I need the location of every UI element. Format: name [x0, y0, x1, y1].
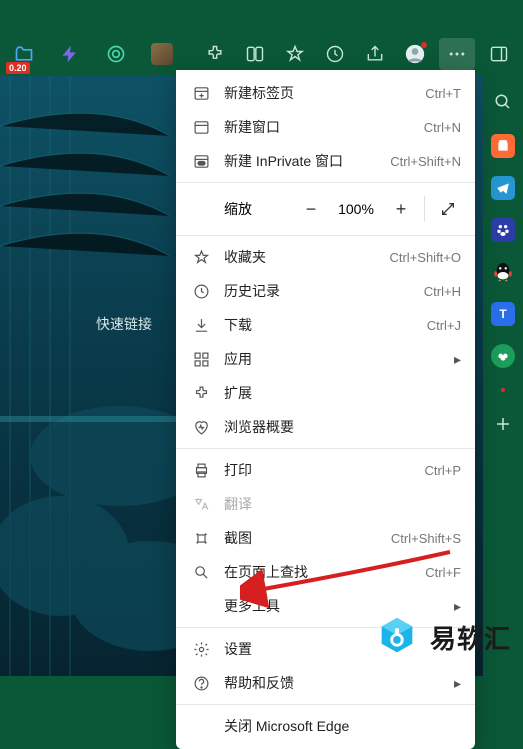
- chevron-right-icon: ▸: [454, 598, 461, 615]
- menu-separator: [176, 704, 475, 705]
- search-icon[interactable]: [489, 88, 517, 116]
- menu-label: 新建标签页: [224, 83, 425, 103]
- right-sidebar: T: [483, 76, 523, 676]
- menu-new-tab[interactable]: 新建标签页 Ctrl+T: [176, 76, 475, 110]
- menu-close-browser[interactable]: 关闭 Microsoft Edge: [176, 709, 475, 743]
- extensions-icon[interactable]: [199, 38, 231, 70]
- menu-label: 下载: [224, 315, 427, 335]
- sidebar-toggle-icon[interactable]: [483, 38, 515, 70]
- screenshot-icon: [190, 530, 212, 547]
- menu-separator: [176, 235, 475, 236]
- chevron-right-icon: ▸: [454, 675, 461, 692]
- puzzle-icon: [190, 385, 212, 402]
- zoom-value: 100%: [332, 201, 380, 217]
- menu-shortcut: Ctrl+P: [425, 463, 461, 478]
- menu-label: 新建 InPrivate 窗口: [224, 151, 390, 171]
- extension-icon-1[interactable]: [54, 38, 86, 70]
- inprivate-icon: [190, 153, 212, 170]
- share-icon[interactable]: [359, 38, 391, 70]
- menu-apps[interactable]: 应用 ▸: [176, 342, 475, 376]
- menu-separator: [176, 448, 475, 449]
- add-sidebar-icon[interactable]: [489, 410, 517, 438]
- gear-icon: [190, 641, 212, 658]
- watermark-text: 易软汇: [430, 619, 511, 656]
- menu-separator: [176, 182, 475, 183]
- menu-new-inprivate[interactable]: 新建 InPrivate 窗口 Ctrl+Shift+N: [176, 144, 475, 178]
- translate-icon: [190, 496, 212, 513]
- profile-icon[interactable]: [399, 38, 431, 70]
- menu-history[interactable]: 历史记录 Ctrl+H: [176, 274, 475, 308]
- menu-zoom-row: 缩放 − 100% +: [176, 187, 475, 231]
- menu-translate: 翻译: [176, 487, 475, 521]
- menu-label: 帮助和反馈: [224, 673, 448, 693]
- menu-shortcut: Ctrl+Shift+S: [391, 531, 461, 546]
- menu-shortcut: Ctrl+H: [424, 284, 461, 299]
- extension-avatar-icon[interactable]: [146, 38, 178, 70]
- window-icon: [190, 119, 212, 136]
- zoom-label: 缩放: [224, 199, 252, 219]
- watermark: 易软汇: [374, 614, 511, 660]
- more-menu-button[interactable]: [439, 38, 475, 70]
- split-screen-icon[interactable]: [239, 38, 271, 70]
- favorites-icon[interactable]: [279, 38, 311, 70]
- print-icon: [190, 462, 212, 479]
- menu-print[interactable]: 打印 Ctrl+P: [176, 453, 475, 487]
- menu-shortcut: Ctrl+F: [425, 565, 461, 580]
- sidebar-app-tieba[interactable]: T: [491, 302, 515, 326]
- sidebar-indicator-dot: [501, 388, 505, 392]
- history-icon: [190, 283, 212, 300]
- sidebar-app-cloud[interactable]: [491, 344, 515, 368]
- apps-icon: [190, 351, 212, 368]
- menu-label: 关闭 Microsoft Edge: [224, 716, 461, 736]
- menu-label: 打印: [224, 460, 425, 480]
- sidebar-app-shopping[interactable]: [491, 134, 515, 158]
- notification-dot-icon: [421, 42, 427, 48]
- find-icon: [190, 564, 212, 581]
- menu-label: 收藏夹: [224, 247, 389, 267]
- menu-label: 扩展: [224, 383, 461, 403]
- menu-label: 新建窗口: [224, 117, 424, 137]
- history-toolbar-icon[interactable]: [319, 38, 351, 70]
- menu-label: 在页面上查找: [224, 562, 425, 582]
- quick-links-label: 快速链接: [96, 314, 152, 334]
- menu-label: 历史记录: [224, 281, 424, 301]
- menu-shortcut: Ctrl+Shift+O: [389, 250, 461, 265]
- sidebar-app-baidu[interactable]: [491, 218, 515, 242]
- menu-favorites[interactable]: 收藏夹 Ctrl+Shift+O: [176, 240, 475, 274]
- star-icon: [190, 249, 212, 266]
- fullscreen-button[interactable]: [431, 193, 465, 225]
- menu-label: 浏览器概要: [224, 417, 461, 437]
- menu-label: 更多工具: [224, 596, 448, 616]
- sidebar-app-qq[interactable]: [491, 260, 515, 284]
- watermark-logo-icon: [374, 614, 420, 660]
- menu-help[interactable]: 帮助和反馈 ▸: [176, 666, 475, 700]
- heartbeat-icon: [190, 419, 212, 436]
- menu-label: 应用: [224, 349, 448, 369]
- menu-shortcut: Ctrl+T: [425, 86, 461, 101]
- menu-downloads[interactable]: 下载 Ctrl+J: [176, 308, 475, 342]
- menu-shortcut: Ctrl+Shift+N: [390, 154, 461, 169]
- downloads-folder-icon[interactable]: 0.20: [8, 38, 40, 70]
- chevron-right-icon: ▸: [454, 351, 461, 368]
- sidebar-app-telegram[interactable]: [491, 176, 515, 200]
- window-titlebar: [0, 0, 523, 32]
- new-tab-icon: [190, 85, 212, 102]
- menu-shortcut: Ctrl+N: [424, 120, 461, 135]
- menu-extensions[interactable]: 扩展: [176, 376, 475, 410]
- folder-badge: 0.20: [6, 62, 30, 74]
- menu-new-window[interactable]: 新建窗口 Ctrl+N: [176, 110, 475, 144]
- menu-find[interactable]: 在页面上查找 Ctrl+F: [176, 555, 475, 589]
- help-icon: [190, 675, 212, 692]
- download-icon: [190, 317, 212, 334]
- extension-icon-2[interactable]: [100, 38, 132, 70]
- menu-browser-essentials[interactable]: 浏览器概要: [176, 410, 475, 444]
- menu-screenshot[interactable]: 截图 Ctrl+Shift+S: [176, 521, 475, 555]
- zoom-out-button[interactable]: −: [294, 193, 328, 225]
- menu-label: 截图: [224, 528, 391, 548]
- menu-label: 翻译: [224, 494, 461, 514]
- menu-shortcut: Ctrl+J: [427, 318, 461, 333]
- zoom-in-button[interactable]: +: [384, 193, 418, 225]
